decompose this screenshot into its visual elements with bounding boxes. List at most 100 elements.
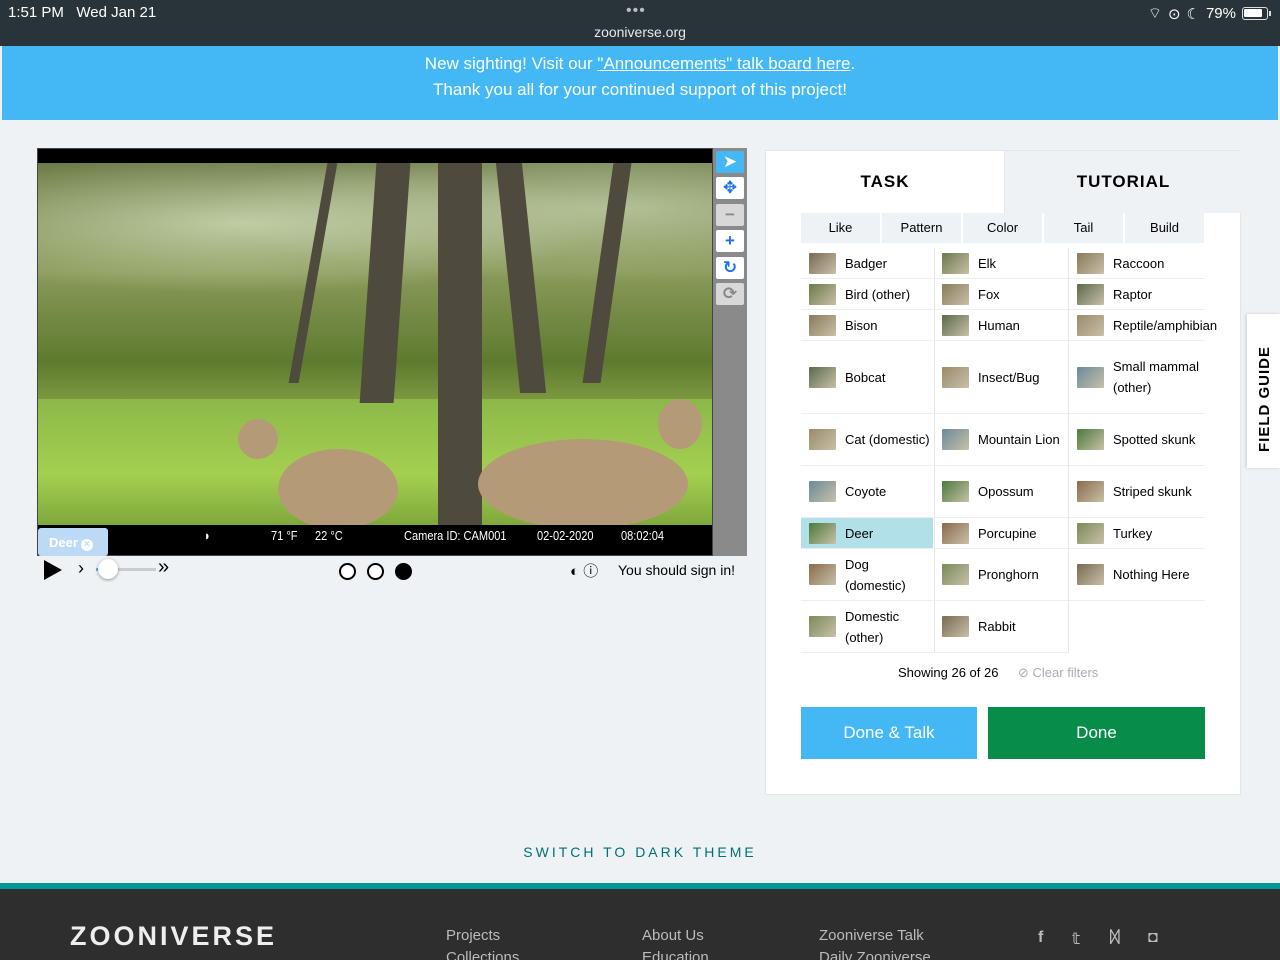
status-indicators: ⌔ ⊙ ☾ 79% [1148, 4, 1271, 23]
species-choice[interactable]: Striped skunk [1069, 466, 1205, 518]
species-label: Fox [978, 286, 1000, 302]
species-choice[interactable]: Turkey [1069, 518, 1205, 549]
instagram-icon[interactable]: ◘ [1148, 929, 1158, 947]
frame-dot-2[interactable] [367, 563, 384, 580]
species-choice[interactable]: Deer [801, 518, 933, 549]
footer-link-talk[interactable]: Zooniverse Talk [819, 927, 924, 944]
species-choice[interactable]: Raccoon [1069, 248, 1205, 279]
species-choice[interactable]: Pronghorn [934, 549, 1068, 601]
clear-filters-button[interactable]: ⊘ Clear filters [1018, 665, 1098, 681]
tab-tutorial[interactable]: TUTORIAL [1004, 151, 1242, 213]
faster-icon[interactable]: » [158, 556, 169, 579]
species-choice[interactable]: Elk [934, 248, 1068, 279]
species-thumbnail [809, 283, 836, 305]
done-and-talk-button[interactable]: Done & Talk [801, 707, 977, 759]
site-footer: ZOONIVERSE Projects Collections About Us… [0, 883, 1280, 960]
contrast-icon[interactable]: ◐ [570, 563, 579, 580]
reset-icon[interactable]: ⟳ [716, 283, 744, 305]
rotate-icon[interactable]: ↻ [716, 257, 744, 279]
species-choice[interactable]: Bird (other) [801, 279, 933, 310]
footer-link-education[interactable]: Education [642, 949, 709, 960]
temperature-f: 71 °F [271, 528, 298, 543]
species-thumbnail [1077, 366, 1104, 388]
species-thumbnail [942, 314, 969, 336]
species-choice[interactable]: Domestic (other) [801, 601, 933, 653]
species-thumbnail [942, 481, 969, 502]
multitask-dots-icon[interactable]: ••• [626, 2, 646, 20]
species-choice[interactable]: Opossum [934, 466, 1068, 518]
species-choice[interactable]: Nothing Here [1069, 549, 1205, 601]
done-button[interactable]: Done [988, 707, 1205, 759]
species-choice[interactable]: Dog (domestic) [801, 549, 933, 601]
species-choice[interactable]: Raptor [1069, 279, 1205, 310]
facebook-icon[interactable]: f [1038, 929, 1043, 947]
species-label: Raptor [1113, 286, 1153, 302]
species-label: Porcupine [978, 525, 1037, 541]
footer-link-daily[interactable]: Daily Zooniverse [819, 949, 931, 960]
field-guide-tab[interactable]: FIELD GUIDE [1247, 314, 1280, 468]
species-choice[interactable]: Rabbit [934, 601, 1068, 653]
species-choice[interactable]: Fox [934, 279, 1068, 310]
species-label: Rabbit [978, 619, 1016, 634]
banner-line-1: New sighting! Visit our "Announcements" … [424, 54, 856, 73]
species-choice[interactable]: Spotted skunk [1069, 414, 1205, 466]
pointer-tool-icon[interactable]: ➤ [716, 151, 744, 173]
species-choice[interactable]: Reptile/amphibian [1069, 310, 1217, 341]
footer-link-projects[interactable]: Projects [446, 927, 500, 944]
capture-date: 02-02-2020 [537, 528, 594, 543]
species-choice[interactable]: Mountain Lion [934, 414, 1068, 466]
sign-in-notice[interactable]: You should sign in! [618, 562, 735, 578]
species-thumbnail [942, 616, 969, 637]
species-choice[interactable]: Insect/Bug [934, 341, 1068, 414]
species-label: Cat (domestic) [845, 432, 930, 447]
frame-dot-1[interactable] [339, 563, 356, 580]
announcements-link[interactable]: "Announcements" talk board here [597, 54, 850, 73]
slower-icon[interactable]: › [78, 558, 84, 579]
filter-build[interactable]: Build [1125, 213, 1204, 243]
frame-dot-3[interactable] [395, 563, 412, 580]
tab-task[interactable]: TASK [766, 151, 1004, 213]
species-thumbnail [942, 252, 969, 274]
species-choice[interactable]: Small mammal (other) [1069, 341, 1205, 414]
filter-bar: Like Pattern Color Tail Build [801, 213, 1205, 243]
subject-image-viewer[interactable]: ◗ 71 °F 22 °C Camera ID: CAM001 02-02-20… [37, 148, 713, 556]
species-thumbnail [942, 564, 969, 585]
species-choice[interactable]: Coyote [801, 466, 933, 518]
species-thumbnail [942, 366, 969, 388]
species-choice[interactable]: Human [934, 310, 1068, 341]
remove-tag-icon[interactable]: × [80, 539, 93, 551]
footer-link-collections[interactable]: Collections [446, 949, 519, 960]
species-label: Turkey [1113, 525, 1153, 541]
footer-link-about[interactable]: About Us [642, 927, 704, 944]
species-thumbnail [809, 366, 836, 388]
species-choice[interactable]: Porcupine [934, 518, 1068, 549]
species-thumbnail [1077, 564, 1104, 585]
switch-theme-link[interactable]: SWITCH TO DARK THEME [0, 844, 1280, 860]
filter-like[interactable]: Like [801, 213, 880, 243]
filter-tail[interactable]: Tail [1044, 213, 1123, 243]
deer-left [278, 449, 398, 529]
zoom-in-icon[interactable]: + [716, 230, 744, 252]
species-thumbnail [809, 481, 836, 502]
zoom-out-icon[interactable]: − [716, 204, 744, 226]
deer-annotation-tag[interactable]: Deer × [38, 528, 108, 556]
move-tool-icon[interactable]: ✥ [716, 177, 744, 199]
filter-pattern[interactable]: Pattern [882, 213, 961, 243]
bluesky-icon[interactable]: ᛞ [1110, 929, 1120, 947]
play-icon[interactable] [44, 560, 62, 580]
species-thumbnail [1077, 314, 1104, 336]
zooniverse-logo[interactable]: ZOONIVERSE [70, 921, 277, 952]
filter-color[interactable]: Color [963, 213, 1042, 243]
battery-icon [1242, 7, 1271, 20]
showing-count: Showing 26 of 26 [898, 665, 999, 680]
species-choice[interactable]: Bison [801, 310, 933, 341]
speed-slider-knob[interactable] [98, 559, 118, 579]
species-choice[interactable]: Badger [801, 248, 933, 279]
battery-percent: 79% [1205, 5, 1236, 22]
address-url[interactable]: zooniverse.org [0, 24, 1280, 40]
species-label: Human [978, 317, 1020, 333]
species-choice[interactable]: Bobcat [801, 341, 933, 414]
species-choice[interactable]: Cat (domestic) [801, 414, 933, 466]
twitter-icon[interactable]: 𝕥 [1072, 929, 1080, 949]
info-icon[interactable]: ⓘ [583, 563, 598, 580]
